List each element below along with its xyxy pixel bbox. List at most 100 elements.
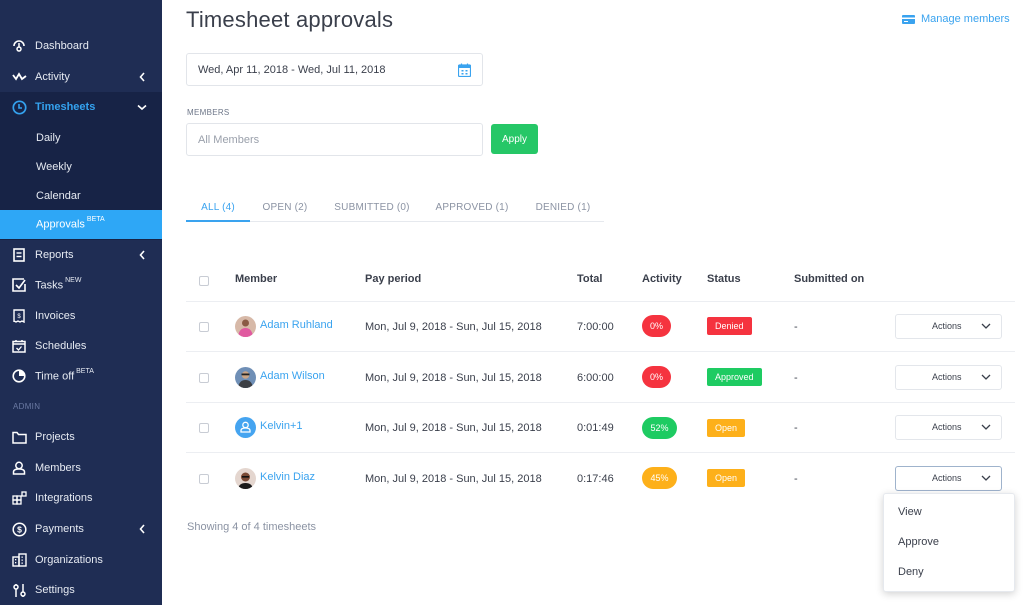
- sidebar-item-members[interactable]: Members: [0, 453, 162, 483]
- tasks-icon: [11, 277, 27, 293]
- pay-period: Mon, Jul 9, 2018 - Sun, Jul 15, 2018: [365, 321, 542, 333]
- sidebar-item-schedules[interactable]: Schedules: [0, 331, 162, 361]
- submitted-on: -: [794, 473, 798, 485]
- tab-open[interactable]: OPEN (2): [253, 196, 317, 222]
- sidebar-item-activity[interactable]: Activity: [0, 62, 162, 92]
- svg-text:$: $: [17, 524, 22, 534]
- sidebar-item-reports[interactable]: Reports: [0, 240, 162, 270]
- activity-badge: 45%: [642, 467, 677, 489]
- divider: [186, 301, 1015, 302]
- page-title: Timesheet approvals: [186, 7, 394, 32]
- clock-icon: [11, 99, 27, 115]
- tab-approved[interactable]: APPROVED (1): [431, 196, 513, 222]
- sidebar-item-projects[interactable]: Projects: [0, 422, 162, 452]
- col-header-submitted-on: Submitted on: [794, 273, 865, 285]
- sidebar-item-time-off[interactable]: Time off BETA: [0, 361, 162, 391]
- col-header-pay-period: Pay period: [365, 273, 422, 285]
- chevron-left-icon: [137, 250, 147, 260]
- calendar-icon: [458, 63, 471, 77]
- pay-period: Mon, Jul 9, 2018 - Sun, Jul 15, 2018: [365, 473, 542, 485]
- divider: [186, 351, 1015, 352]
- select-all-checkbox[interactable]: [199, 276, 209, 286]
- col-header-total: Total: [577, 273, 603, 285]
- sidebar-subitem-weekly[interactable]: Weekly: [0, 152, 162, 181]
- sliders-icon: [11, 582, 27, 598]
- sidebar-item-tasks[interactable]: Tasks NEW: [0, 270, 162, 300]
- sidebar-item-payments[interactable]: $ Payments: [0, 514, 162, 544]
- members-input[interactable]: [186, 123, 483, 156]
- tab-denied[interactable]: DENIED (1): [530, 196, 596, 222]
- total-time: 6:00:00: [577, 372, 614, 384]
- sidebar-item-dashboard[interactable]: Dashboard: [0, 31, 162, 61]
- actions-dropdown[interactable]: Actions: [895, 365, 1002, 390]
- calendar-check-icon: [11, 338, 27, 354]
- sidebar-item-invoices[interactable]: $ Invoices: [0, 301, 162, 331]
- admin-section-label: ADMIN: [13, 402, 41, 411]
- id-card-icon: [902, 14, 915, 24]
- status-badge: Open: [707, 419, 746, 437]
- total-time: 0:17:46: [577, 473, 614, 485]
- sidebar-item-timesheets[interactable]: Timesheets: [0, 92, 162, 122]
- svg-text:$: $: [17, 314, 21, 320]
- sidebar-item-integrations[interactable]: Integrations: [0, 483, 162, 513]
- activity-icon: [11, 69, 27, 85]
- date-range-value: Wed, Apr 11, 2018 - Wed, Jul 11, 2018: [198, 63, 386, 76]
- sidebar-item-organizations[interactable]: Organizations: [0, 545, 162, 575]
- total-time: 0:01:49: [577, 422, 614, 434]
- chevron-down-icon: [981, 323, 991, 329]
- approvals-label: Approvals: [36, 218, 85, 231]
- actions-dropdown[interactable]: Actions: [895, 415, 1002, 440]
- pay-period: Mon, Jul 9, 2018 - Sun, Jul 15, 2018: [365, 422, 542, 434]
- manage-members-label: Manage members: [921, 13, 1010, 25]
- activity-badge: 52%: [642, 417, 677, 439]
- sidebar-subitem-daily[interactable]: Daily: [0, 123, 162, 152]
- tab-all[interactable]: ALL (4): [186, 196, 250, 222]
- dollar-icon: $: [11, 521, 27, 537]
- apply-button[interactable]: Apply: [491, 124, 538, 154]
- member-link[interactable]: Kelvin Diaz: [260, 471, 315, 483]
- sidebar-subitem-approvals[interactable]: Approvals BETA: [0, 210, 162, 239]
- menu-item-deny[interactable]: Deny: [898, 566, 924, 578]
- actions-label: Actions: [932, 473, 962, 483]
- beta-badge: BETA: [76, 367, 94, 375]
- sidebar-item-settings[interactable]: Settings: [0, 575, 162, 605]
- row-checkbox[interactable]: [199, 322, 209, 332]
- status-badge: Denied: [707, 317, 752, 335]
- menu-item-view[interactable]: View: [898, 506, 922, 518]
- user-icon: [240, 421, 251, 433]
- activity-badge: 0%: [642, 315, 671, 337]
- divider: [186, 452, 1015, 453]
- actions-dropdown[interactable]: Actions: [895, 314, 1002, 339]
- chevron-down-icon: [981, 424, 991, 430]
- row-checkbox[interactable]: [199, 373, 209, 383]
- col-header-status: Status: [707, 273, 741, 285]
- actions-dropdown[interactable]: Actions: [895, 466, 1002, 491]
- building-icon: [11, 552, 27, 568]
- menu-item-approve[interactable]: Approve: [898, 536, 939, 548]
- invoice-icon: $: [11, 308, 27, 324]
- chevron-left-icon: [137, 72, 147, 82]
- row-checkbox[interactable]: [199, 423, 209, 433]
- avatar: [235, 468, 256, 489]
- tasks-label: Tasks: [35, 279, 64, 292]
- members-label: MEMBERS: [187, 108, 230, 117]
- row-checkbox[interactable]: [199, 474, 209, 484]
- chevron-left-icon: [137, 524, 147, 534]
- member-link[interactable]: Kelvin+1: [260, 420, 303, 432]
- pie-icon: [11, 368, 27, 384]
- actions-label: Actions: [932, 321, 962, 331]
- dashboard-icon: [11, 38, 27, 54]
- member-link[interactable]: Adam Ruhland: [260, 319, 333, 331]
- tab-submitted[interactable]: SUBMITTED (0): [329, 196, 415, 222]
- manage-members-link[interactable]: Manage members: [902, 13, 1010, 25]
- divider: [186, 402, 1015, 403]
- avatar: [235, 316, 256, 337]
- pay-period: Mon, Jul 9, 2018 - Sun, Jul 15, 2018: [365, 372, 542, 384]
- integrations-icon: [11, 490, 27, 506]
- member-link[interactable]: Adam Wilson: [260, 370, 325, 382]
- actions-label: Actions: [932, 372, 962, 382]
- sidebar-subitem-calendar[interactable]: Calendar: [0, 181, 162, 210]
- date-range-picker[interactable]: Wed, Apr 11, 2018 - Wed, Jul 11, 2018: [186, 53, 483, 86]
- chevron-down-icon: [981, 374, 991, 380]
- actions-label: Actions: [932, 422, 962, 432]
